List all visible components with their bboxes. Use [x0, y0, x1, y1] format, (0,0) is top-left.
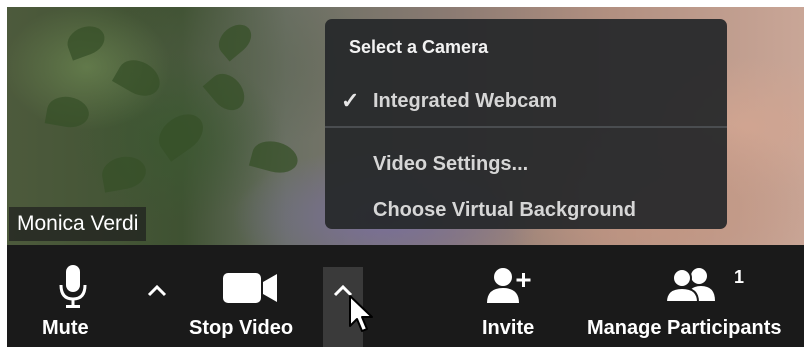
participants-count: 1 — [734, 267, 745, 287]
meeting-toolbar: Mute Stop Video Invite 1 Manage Particip… — [7, 245, 804, 347]
participant-name-tag: Monica Verdi — [9, 207, 147, 241]
manage-participants-button[interactable]: 1 Manage Participants — [585, 245, 804, 347]
menu-divider — [325, 126, 727, 128]
add-person-icon — [487, 268, 531, 303]
invite-label: Invite — [482, 317, 535, 339]
people-icon — [665, 268, 715, 303]
stop-video-button[interactable]: Stop Video — [185, 245, 315, 347]
manage-participants-label: Manage Participants — [587, 317, 782, 339]
menu-heading: Select a Camera — [349, 37, 489, 57]
microphone-icon — [59, 265, 87, 308]
camera-select-menu: Select a Camera ✓ Integrated Webcam Vide… — [325, 19, 727, 229]
menu-item-virtual-background[interactable]: Choose Virtual Background — [325, 190, 727, 230]
stop-video-label: Stop Video — [189, 317, 294, 339]
invite-button[interactable]: Invite — [467, 245, 557, 347]
video-camera-icon — [223, 273, 277, 303]
chevron-up-icon — [147, 285, 167, 297]
mute-button[interactable]: Mute — [27, 245, 117, 347]
participant-video: Monica Verdi Select a Camera ✓ Integrate… — [7, 7, 804, 245]
mute-label: Mute — [42, 317, 89, 339]
menu-item-label: Choose Virtual Background — [373, 199, 637, 221]
menu-item-label: Video Settings... — [373, 153, 529, 175]
menu-item-label: Integrated Webcam — [373, 90, 558, 112]
meeting-window: Monica Verdi Select a Camera ✓ Integrate… — [7, 7, 804, 347]
menu-item-video-settings[interactable]: Video Settings... — [325, 144, 727, 184]
checkmark-icon: ✓ — [341, 88, 360, 113]
menu-item-integrated-webcam[interactable]: ✓ Integrated Webcam — [325, 81, 727, 121]
mouse-cursor-icon — [349, 295, 373, 332]
audio-options-caret[interactable] — [137, 267, 177, 347]
